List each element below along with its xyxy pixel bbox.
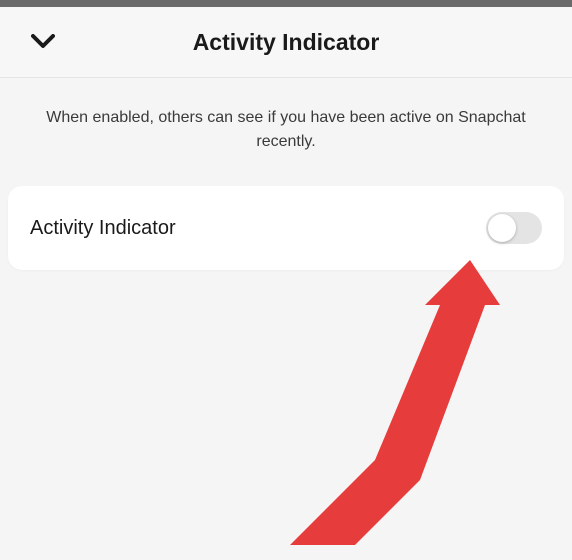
header: Activity Indicator [0, 7, 572, 78]
annotation-arrow [260, 220, 560, 560]
setting-description: When enabled, others can see if you have… [0, 78, 572, 186]
setting-label: Activity Indicator [30, 217, 176, 240]
page-title: Activity Indicator [193, 29, 380, 56]
arrow-shape [290, 260, 500, 545]
toggle-knob [488, 214, 516, 242]
activity-indicator-toggle[interactable] [486, 212, 542, 244]
top-status-bar [0, 0, 572, 7]
close-dropdown-button[interactable] [30, 29, 56, 55]
chevron-down-icon [31, 34, 55, 50]
activity-indicator-row[interactable]: Activity Indicator [8, 186, 564, 270]
